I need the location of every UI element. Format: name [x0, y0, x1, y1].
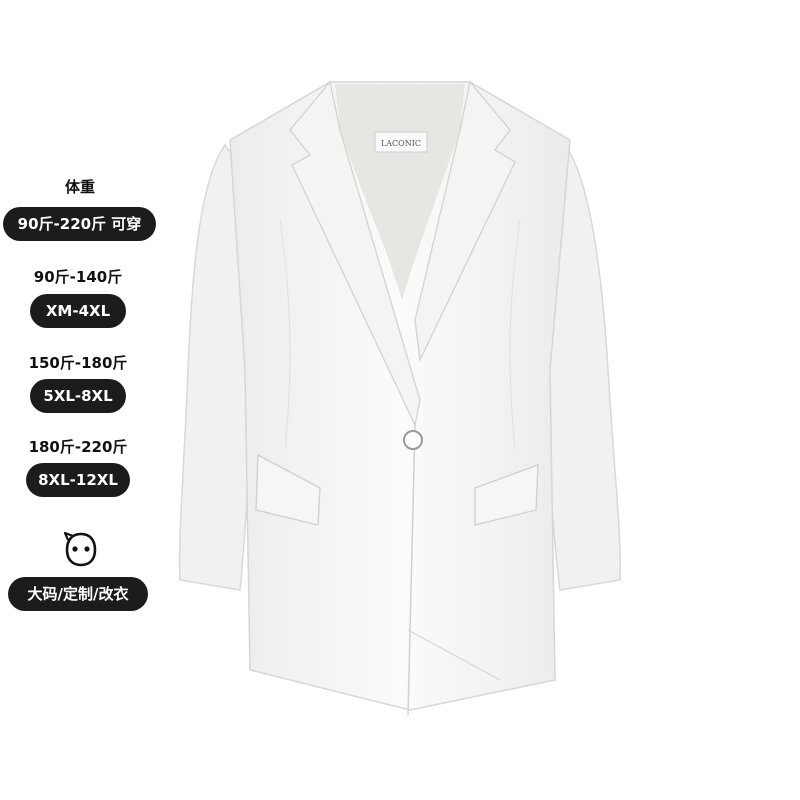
service-badge: 大码/定制/改衣: [8, 577, 148, 611]
round-face-icon: [63, 531, 97, 567]
weight-heading: 体重: [64, 178, 95, 196]
tier-3-weight: 180斤-220斤: [28, 438, 128, 456]
tier-1-weight: 90斤-140斤: [33, 268, 123, 286]
weight-range-badge: 90斤-220斤 可穿: [3, 207, 156, 241]
brand-tag-text: LACONIC: [381, 139, 421, 148]
tier-3-size-badge: 8XL-12XL: [26, 463, 130, 497]
white-blazer-image: LACONIC: [178, 80, 622, 716]
tier-1-size-badge: XM-4XL: [30, 294, 126, 328]
tier-2-weight: 150斤-180斤: [28, 354, 128, 372]
tier-2-size-badge: 5XL-8XL: [30, 379, 126, 413]
